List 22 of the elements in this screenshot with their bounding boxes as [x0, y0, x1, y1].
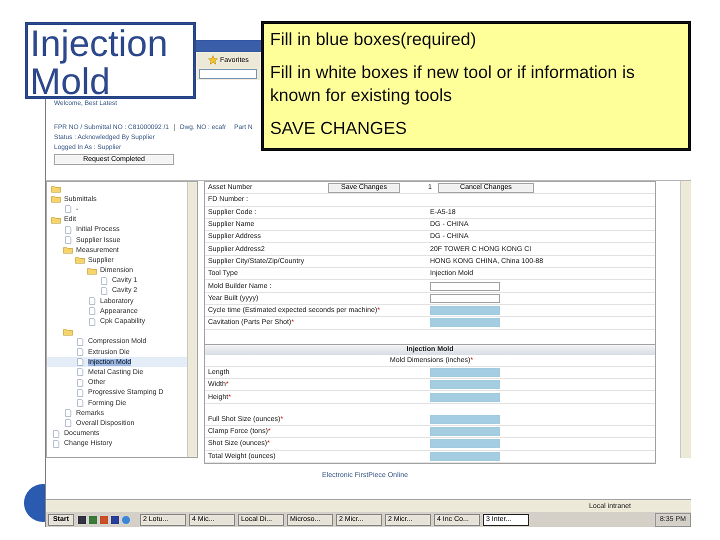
input-field[interactable]: [430, 282, 500, 291]
input-field[interactable]: [430, 294, 500, 303]
input-field[interactable]: [430, 318, 500, 328]
folder-icon: [63, 328, 73, 336]
input-field[interactable]: [430, 380, 500, 390]
input-field[interactable]: [430, 392, 500, 402]
scrollbar[interactable]: [187, 182, 197, 457]
star-icon: [208, 55, 218, 65]
instruction-text: SAVE CHANGES: [270, 116, 408, 140]
instruction-text: Fill in blue boxes(required): [270, 28, 478, 51]
input-field[interactable]: [430, 452, 500, 461]
input-field[interactable]: [430, 414, 500, 424]
scrollbar[interactable]: [680, 181, 691, 458]
folder-icon: [51, 216, 61, 224]
slide-title: Injection Mold: [25, 22, 196, 99]
input-field[interactable]: [430, 439, 500, 448]
address-field[interactable]: [199, 69, 257, 79]
instruction-text: Fill in white boxes if new tool or if information is known for existing tools: [270, 60, 636, 108]
document-icon: [63, 205, 73, 214]
input-field[interactable]: [430, 306, 500, 316]
input-field[interactable]: [430, 427, 500, 436]
input-field[interactable]: [430, 368, 500, 377]
